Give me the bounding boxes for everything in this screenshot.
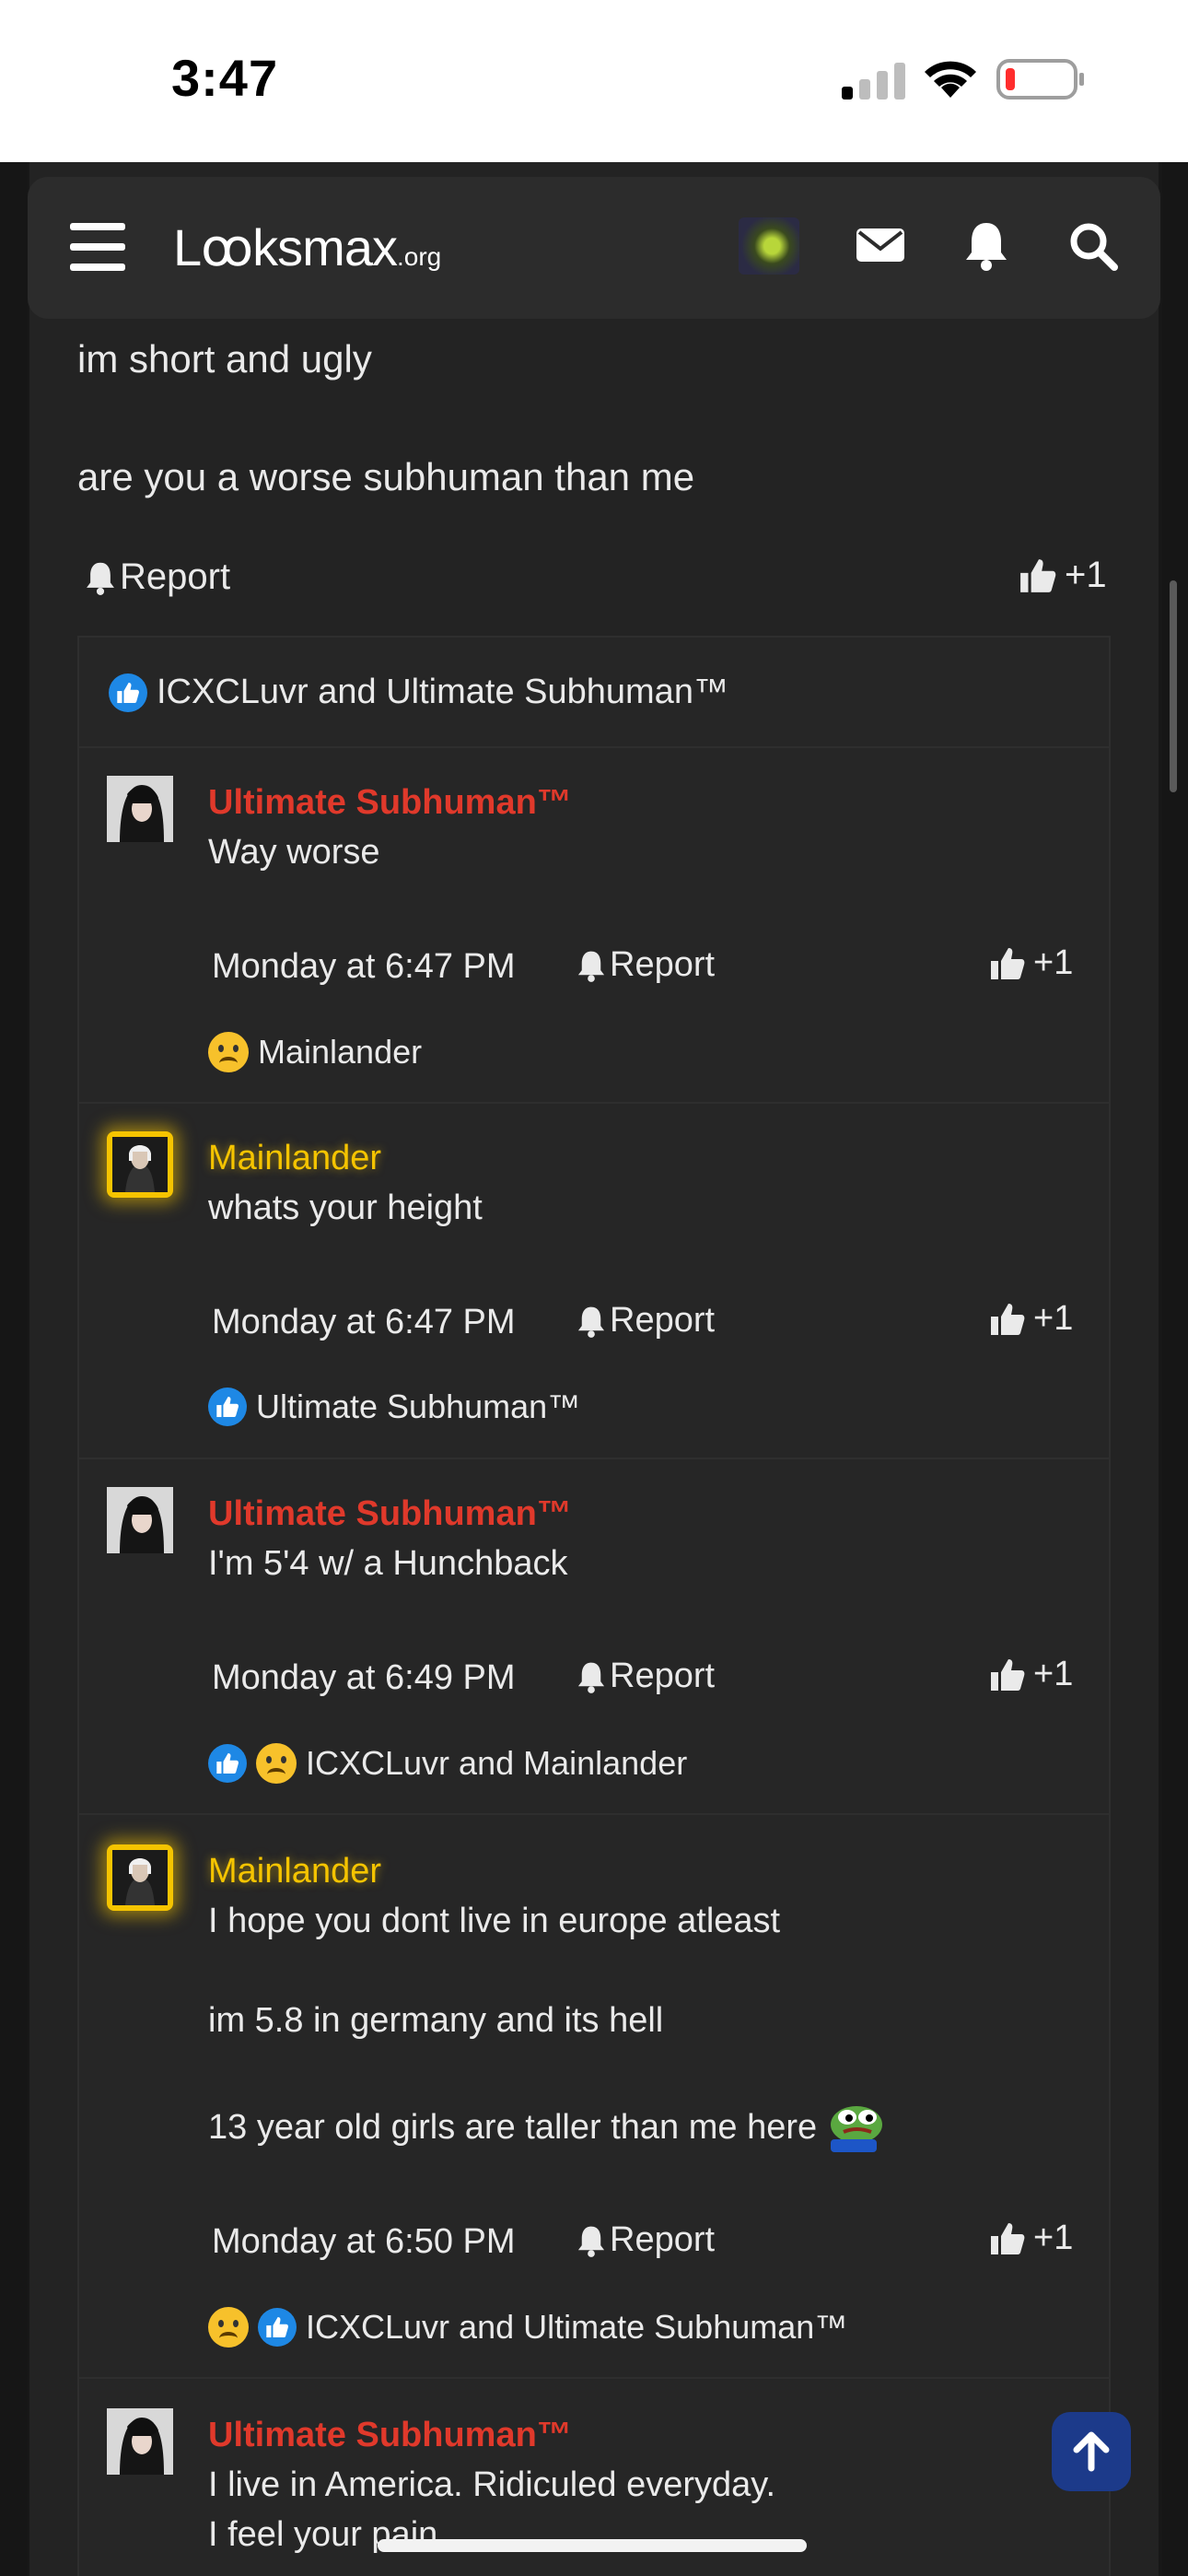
user-avatar[interactable] — [739, 217, 799, 275]
reply-author[interactable]: Mainlander — [208, 1852, 381, 1891]
thumbs-up-icon — [991, 1303, 1025, 1335]
divider — [79, 2377, 1109, 2379]
reply-reactions[interactable]: Mainlander — [208, 1032, 422, 1072]
wifi-icon — [925, 61, 976, 98]
reply-like-button[interactable]: +1 — [989, 943, 1073, 983]
reply-text: I hope you dont live in europe atleast — [208, 1902, 781, 1940]
envelope-icon[interactable] — [856, 225, 904, 265]
reply-author[interactable]: Ultimate Subhuman™ — [208, 783, 572, 823]
status-bar: 3:47 — [0, 0, 1188, 162]
like-count: +1 — [1033, 1655, 1074, 1693]
reply-text: 13 year old girls are taller than me her… — [208, 2108, 818, 2147]
bell-icon[interactable] — [963, 219, 1009, 271]
battery-icon — [996, 59, 1084, 100]
home-indicator[interactable] — [378, 2539, 807, 2552]
like-reaction-icon — [208, 1388, 247, 1426]
bell-icon — [577, 1662, 605, 1693]
sad-reaction-icon — [208, 2307, 249, 2348]
avatar[interactable] — [107, 1487, 173, 1553]
reply-like-button[interactable]: +1 — [989, 2219, 1073, 2258]
avatar[interactable] — [107, 1131, 173, 1198]
reply-report-button[interactable]: Report — [577, 1301, 715, 1341]
report-label: Report — [610, 1301, 716, 1340]
reply-text: Way worse — [208, 833, 380, 872]
reply-reactions[interactable]: Ultimate Subhuman™ — [208, 1388, 580, 1426]
reactions-text: Ultimate Subhuman™ — [256, 1388, 581, 1425]
thumbs-up-icon — [1020, 558, 1056, 592]
reply-like-button[interactable]: +1 — [989, 1299, 1073, 1339]
search-icon[interactable] — [1068, 221, 1118, 271]
sad-reaction-icon — [256, 1743, 297, 1784]
reactions-text: ICXCLuvr and Ultimate Subhuman™ — [306, 2308, 848, 2346]
likes-summary[interactable]: ICXCLuvr and Ultimate Subhuman™ — [79, 638, 1109, 748]
like-reaction-icon — [258, 2308, 297, 2347]
post-line: are you a worse subhuman than me — [77, 455, 695, 498]
like-count: +1 — [1065, 555, 1107, 595]
bell-icon — [577, 951, 605, 982]
thumbs-up-icon — [991, 947, 1025, 979]
reply-text: I live in America. Ridiculed everyday. — [208, 2465, 775, 2504]
reply-reactions[interactable]: ICXCLuvr and Ultimate Subhuman™ — [208, 2307, 847, 2348]
arrow-up-icon — [1073, 2431, 1110, 2472]
avatar[interactable] — [107, 776, 173, 842]
avatar[interactable] — [107, 1844, 173, 1911]
scrollbar-thumb[interactable] — [1170, 580, 1177, 792]
page-gutter-left — [0, 162, 28, 2576]
bell-icon — [577, 2226, 605, 2257]
reply-timestamp[interactable]: Monday at 6:50 PM — [212, 2222, 516, 2262]
bell-icon — [577, 1306, 605, 1338]
scroll-to-top-button[interactable] — [1052, 2412, 1131, 2491]
status-time: 3:47 — [171, 49, 279, 107]
reply-author[interactable]: Ultimate Subhuman™ — [208, 2416, 572, 2455]
reply-report-button[interactable]: Report — [577, 1657, 715, 1696]
reactions-text: Mainlander — [258, 1033, 423, 1071]
replies-section: ICXCLuvr and Ultimate Subhuman™ Ultimate… — [77, 636, 1111, 2576]
like-count: +1 — [1033, 943, 1074, 982]
report-label: Report — [610, 1657, 716, 1695]
thumbs-up-icon — [991, 2222, 1025, 2254]
like-count: +1 — [1033, 2219, 1074, 2257]
hamburger-icon[interactable] — [70, 223, 125, 271]
report-label: Report — [610, 2220, 716, 2259]
reply-timestamp[interactable]: Monday at 6:47 PM — [212, 947, 516, 987]
reply-report-button[interactable]: Report — [577, 945, 715, 985]
bell-icon — [87, 562, 114, 595]
divider — [79, 1813, 1109, 1815]
reply-text: whats your height — [208, 1188, 483, 1227]
sad-reaction-icon — [208, 1032, 249, 1072]
post-like-button[interactable]: +1 — [1019, 555, 1107, 596]
divider — [79, 1458, 1109, 1459]
likes-summary-text: ICXCLuvr and Ultimate Subhuman™ — [157, 673, 728, 711]
reactions-text: ICXCLuvr and Mainlander — [306, 1744, 688, 1782]
reply-text: im 5.8 in germany and its hell — [208, 2001, 664, 2040]
thumbs-up-icon — [991, 1658, 1025, 1691]
reply-author[interactable]: Ultimate Subhuman™ — [208, 1494, 572, 1534]
avatar[interactable] — [107, 2408, 173, 2475]
site-logo[interactable]: Lꝏksmax.org — [173, 217, 441, 278]
like-count: +1 — [1033, 1299, 1074, 1338]
page-gutter-right — [1162, 162, 1188, 2576]
like-reaction-icon — [208, 1744, 247, 1783]
reply-report-button[interactable]: Report — [577, 2220, 715, 2260]
reply-author[interactable]: Mainlander — [208, 1139, 381, 1178]
pepe-emoji — [831, 2106, 882, 2152]
like-reaction-icon — [109, 673, 147, 712]
reply-reactions[interactable]: ICXCLuvr and Mainlander — [208, 1743, 687, 1784]
report-label: Report — [120, 556, 231, 597]
reply-timestamp[interactable]: Monday at 6:49 PM — [212, 1658, 516, 1698]
report-label: Report — [610, 945, 716, 984]
divider — [79, 1102, 1109, 1104]
post-report-button[interactable]: Report — [85, 556, 230, 598]
reply-timestamp[interactable]: Monday at 6:47 PM — [212, 1303, 516, 1342]
cellular-signal-icon — [842, 63, 905, 100]
post-line: im short and ugly — [77, 337, 372, 381]
site-header: Lꝏksmax.org — [28, 177, 1160, 319]
reply-like-button[interactable]: +1 — [989, 1655, 1073, 1694]
reply-text: I'm 5'4 w/ a Hunchback — [208, 1544, 568, 1583]
